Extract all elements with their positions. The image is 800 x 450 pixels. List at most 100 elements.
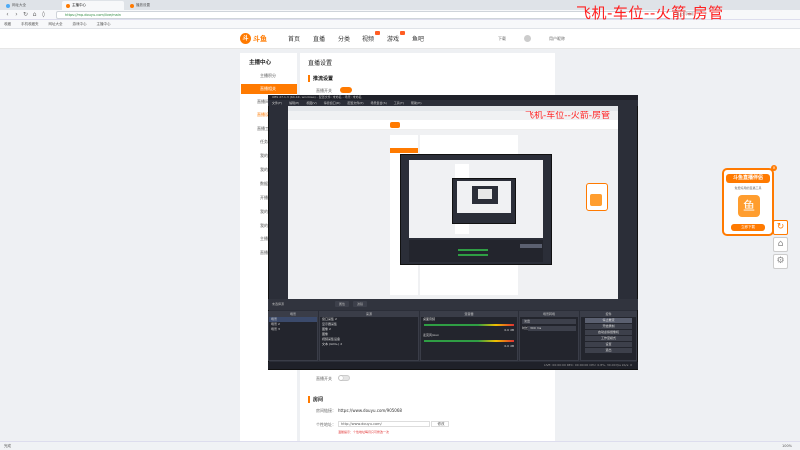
preview-ad-icon <box>590 194 602 206</box>
exit-button[interactable]: 退出 <box>585 348 632 353</box>
source-item[interactable]: 文本 (GDI+) 2 <box>320 342 418 347</box>
ad-download-button[interactable]: 立即下载 <box>731 224 765 231</box>
nav-video[interactable]: 视频 <box>362 34 374 43</box>
mixer-channel-name: 麦克风/Aux <box>423 333 439 337</box>
browser-status-bar: 完成 100% <box>0 441 800 450</box>
gear-icon[interactable]: ⚙ <box>773 254 788 269</box>
logo-text: 斗鱼 <box>253 34 267 43</box>
tab-favicon-icon <box>130 3 134 8</box>
browser-tab-3[interactable]: 播放设置 <box>126 1 188 10</box>
overlay-banner-small: 输入文字搜索 <box>676 12 695 16</box>
overlay-banner-text: 飞机-车位--火箭-房管 <box>576 4 724 22</box>
bookmark-item[interactable]: 网址大全 <box>49 22 63 27</box>
no-source-label: 未选择源 <box>272 302 285 306</box>
back-icon[interactable]: ‹ <box>4 11 11 18</box>
scene-item[interactable]: 场景 3 <box>269 327 317 332</box>
sidebar-item-live[interactable]: 直播相关 <box>241 84 297 94</box>
transition-select[interactable]: 淡出 <box>522 319 576 324</box>
username-link[interactable]: 用户昵称 <box>549 36 565 42</box>
nav-home[interactable]: 首页 <box>288 34 300 43</box>
home-icon[interactable]: ⌂ <box>773 237 788 252</box>
bookmark-item[interactable]: 游戏中心 <box>73 22 87 27</box>
mixer-channel-name: 桌面音频 <box>423 317 436 321</box>
room-url-value[interactable]: https://www.douyu.com/905068 <box>338 408 402 413</box>
room-url-label: 房间链接： <box>316 408 336 413</box>
nav-game[interactable]: 游戏 <box>387 34 399 43</box>
logo-fish-icon: 斗 <box>240 33 251 44</box>
preview-sidebar-active <box>390 148 418 153</box>
home-icon[interactable]: ⌂ <box>31 11 38 18</box>
nav-category[interactable]: 分类 <box>338 34 350 43</box>
custom-url-edit-button[interactable]: 修改 <box>431 421 449 427</box>
zoom-level[interactable]: 100% <box>782 442 792 450</box>
nav-fishbar[interactable]: 鱼吧 <box>412 34 424 43</box>
virtual-camera-button[interactable]: 启动虚拟摄像机 <box>585 330 632 335</box>
ad-subtitle: 免费好用的直播工具 <box>734 186 762 190</box>
controls-dock-title: 控件 <box>581 312 636 317</box>
obs-source-toolbar: 未选择源 属性 滤镜 <box>268 299 638 310</box>
fish-icon: 鱼 <box>738 195 760 217</box>
obs-transitions-dock: 场景转场 淡出 时长 300 ms <box>519 311 579 361</box>
filters-button[interactable]: 滤镜 <box>352 301 367 307</box>
custom-url-label: 个性地址： <box>316 422 336 427</box>
tab-label: 网址大全 <box>12 3 26 7</box>
refresh-icon[interactable]: ↻ <box>22 11 29 18</box>
tab-label: 播放设置 <box>136 3 150 7</box>
browser-tab-2[interactable]: 主播中心 <box>62 1 124 10</box>
download-link[interactable]: 下载 <box>498 36 506 42</box>
forward-icon[interactable]: › <box>13 11 20 18</box>
page-title: 直播设置 <box>308 60 333 67</box>
custom-url-input[interactable]: http://www.douyu.com/ <box>338 421 430 427</box>
close-icon[interactable]: × <box>771 165 777 171</box>
shield-icon: ◊ <box>42 11 45 18</box>
browser-tab-1[interactable]: 网址大全 <box>2 1 60 10</box>
bookmark-item[interactable]: 手机收藏夹 <box>21 22 39 27</box>
duration-input[interactable]: 300 ms <box>528 326 576 331</box>
custom-url-hint: 温馨提示：个性地址每月只可修改一次 <box>338 430 390 434</box>
transitions-dock-title: 场景转场 <box>520 312 578 317</box>
preview-browser-chrome <box>288 106 618 111</box>
obs-mixer-dock: 混音器 桌面音频 0.0 dB 麦克风/Aux 0.0 dB <box>420 311 518 361</box>
avatar[interactable] <box>524 35 531 42</box>
nav-live[interactable]: 直播 <box>313 34 325 43</box>
duration-label: 时长 <box>522 326 529 330</box>
obs-controls-dock: 控件 停止推流 开始录制 启动虚拟摄像机 工作室模式 设置 退出 <box>580 311 637 361</box>
mixer-channel-level: 0.0 dB <box>504 344 514 348</box>
audio-meter <box>424 324 514 326</box>
sidebar-item-points[interactable]: 主播积分 <box>248 71 296 81</box>
nested-control-btn <box>520 244 542 248</box>
push-toggle-label: 直播开关 <box>316 88 332 93</box>
refresh-icon[interactable]: ↻ <box>773 220 788 235</box>
nested-meter <box>458 249 488 251</box>
nav-hot-badge <box>375 31 380 35</box>
ad-title: 斗鱼直播伴侣 <box>726 174 770 183</box>
section-room: 房间 <box>308 396 323 403</box>
nested-meter <box>458 254 488 256</box>
start-recording-button[interactable]: 开始录制 <box>585 324 632 329</box>
bottom-toggle-label: 直播开关 <box>316 376 332 381</box>
site-logo[interactable]: 斗 斗鱼 <box>240 32 274 45</box>
tab-favicon-icon <box>66 3 70 8</box>
push-toggle[interactable] <box>340 87 352 93</box>
bottom-toggle[interactable] <box>338 375 350 381</box>
bookmark-item[interactable]: 收藏 <box>4 22 11 27</box>
obs-scenes-dock: 场景 场景 场景 2 场景 3 <box>268 311 318 361</box>
preview-site-header <box>288 120 618 130</box>
properties-button[interactable]: 属性 <box>334 301 349 307</box>
studio-mode-button[interactable]: 工作室模式 <box>585 336 632 341</box>
nested-obs-3-preview <box>478 189 492 199</box>
preview-logo-icon <box>390 122 400 128</box>
sidebar-title: 主播中心 <box>249 60 272 66</box>
audio-meter <box>424 340 514 342</box>
section-push-settings: 推流设置 <box>308 75 333 82</box>
tab-label: 主播中心 <box>72 3 86 7</box>
obs-sources-dock: 来源 窗口采集 2 显示器采集 图像 2 图像 视频采集设备 文本 (GDI+)… <box>319 311 419 361</box>
stop-streaming-button[interactable]: 停止推流 <box>585 318 632 323</box>
tab-favicon-icon <box>6 3 10 8</box>
bookmark-item[interactable]: 主播中心 <box>97 22 111 27</box>
obs-menu-file[interactable]: 文件(F) <box>272 100 282 106</box>
status-text: 完成 <box>4 444 11 448</box>
nav-hot-badge <box>400 31 405 35</box>
header-user-area: 下载 用户昵称 <box>498 35 565 42</box>
settings-button[interactable]: 设置 <box>585 342 632 347</box>
